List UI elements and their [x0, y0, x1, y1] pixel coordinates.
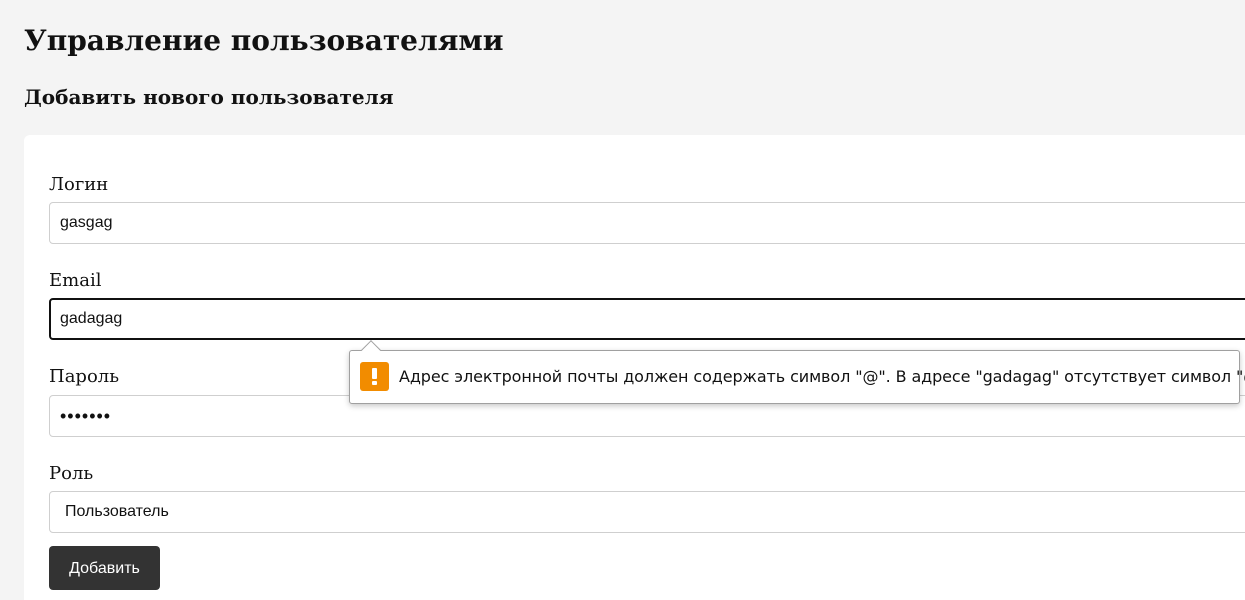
section-title: Добавить нового пользователя [24, 85, 394, 109]
page-title: Управление пользователями [24, 24, 504, 57]
login-input[interactable]: gasgag [49, 202, 1245, 244]
password-label: Пароль [49, 366, 120, 387]
email-validation-tooltip: Адрес электронной почты должен содержать… [349, 340, 1245, 404]
email-input[interactable]: gadagag [49, 298, 1245, 340]
add-user-button[interactable]: Добавить [49, 546, 160, 590]
validation-message: Адрес электронной почты должен содержать… [399, 367, 1245, 386]
login-label: Логин [49, 174, 109, 195]
warning-icon [360, 362, 389, 391]
role-label: Роль [49, 463, 94, 484]
email-label: Email [49, 270, 102, 291]
role-select[interactable]: Пользователь [49, 491, 1245, 533]
